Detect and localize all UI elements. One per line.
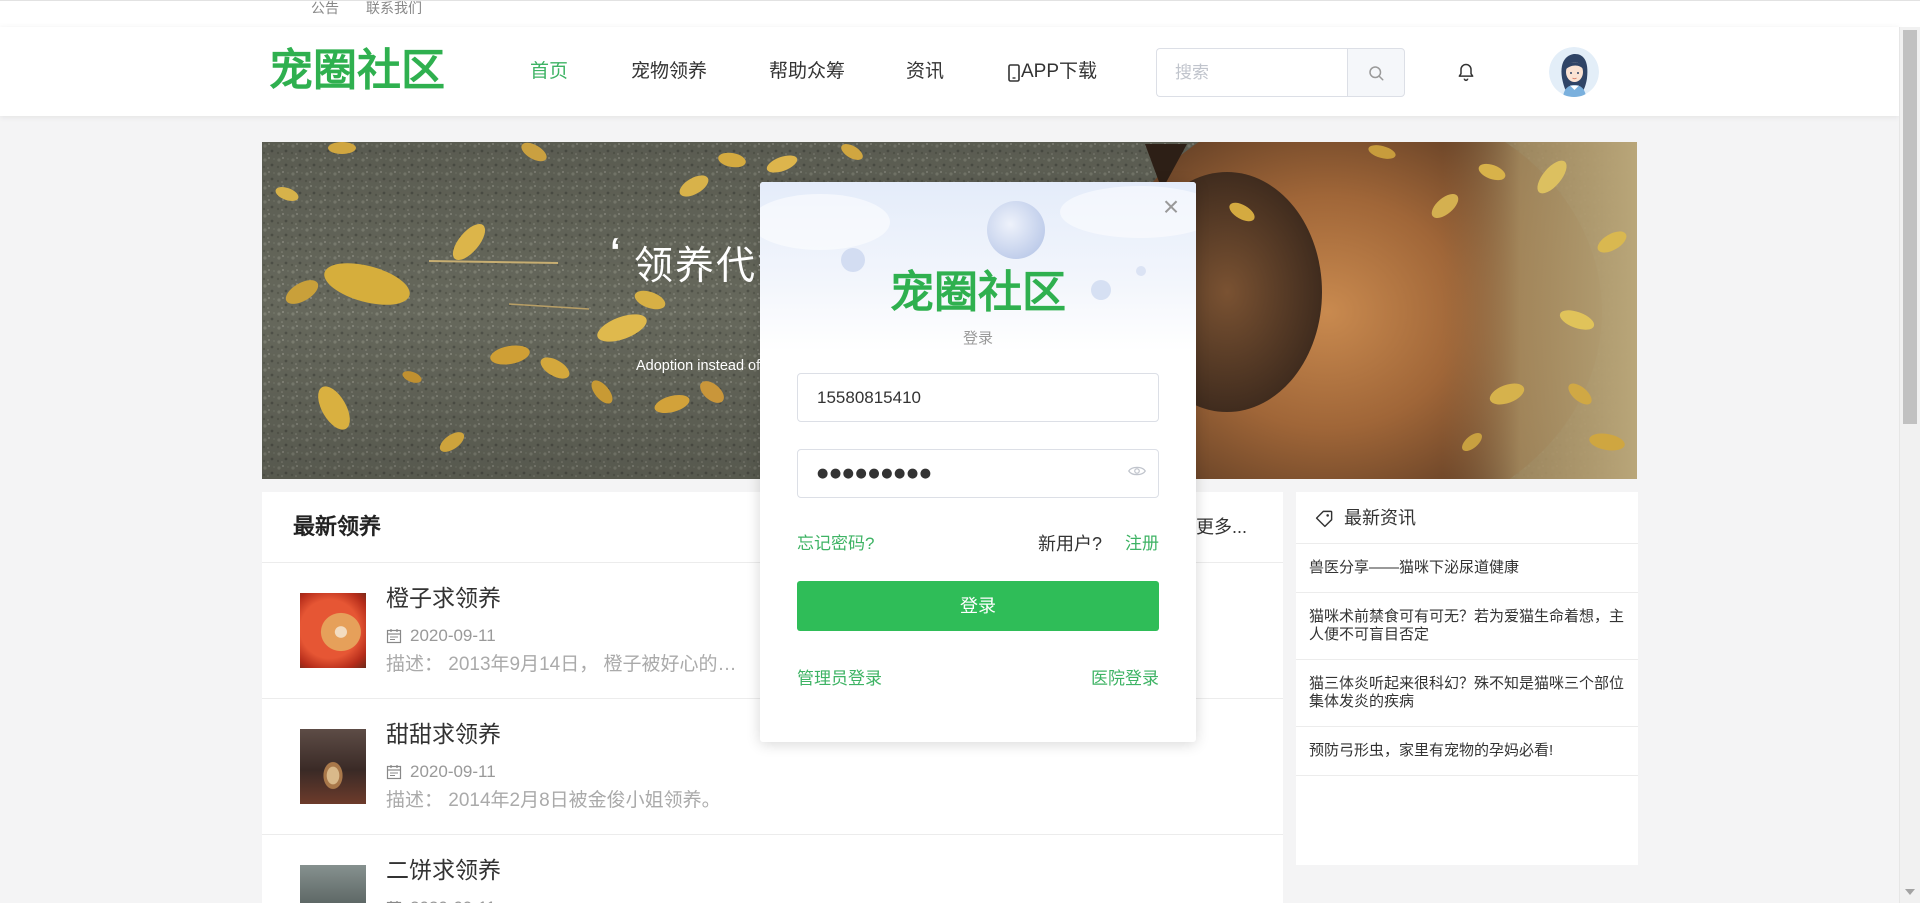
admin-login-link[interactable]: 管理员登录	[797, 668, 882, 690]
calendar-icon	[386, 628, 402, 644]
news-item[interactable]: 预防弓形虫，家里有宠物的孕妈必看!	[1296, 727, 1638, 776]
adoption-date-text: 2020-09-11	[410, 762, 496, 781]
mobile-phone-icon	[1008, 64, 1020, 82]
adoption-date-text: 2020-09-11	[410, 626, 496, 645]
register-link[interactable]: 注册	[1125, 533, 1159, 555]
password-field[interactable]	[797, 449, 1159, 498]
dialog-logo: 宠圈社区	[890, 268, 1066, 317]
phone-number-field[interactable]	[797, 373, 1159, 422]
pet-photo[interactable]	[300, 593, 366, 668]
adoption-date: 2020-09-11	[386, 761, 686, 783]
adoption-date: 2020-09-11	[386, 625, 686, 647]
adoption-description: 描述： 2014年2月8日被金俊小姐领养。	[386, 790, 721, 811]
nav-home[interactable]: 首页	[530, 60, 568, 84]
adoption-date-text: 2020-09-11	[410, 897, 496, 903]
adoption-description: 描述： 2013年9月14日， 橙子被好心的…	[386, 654, 737, 675]
dialog-subtitle: 登录	[962, 330, 993, 347]
page-scrollbar[interactable]	[1899, 27, 1920, 903]
latest-adoption-title: 最新领养	[293, 514, 382, 539]
search-box	[1156, 48, 1405, 97]
nav-crowdfunding[interactable]: 帮助众筹	[769, 60, 845, 84]
adoption-title[interactable]: 甜甜求领养	[386, 720, 501, 748]
latest-news-panel: 最新资讯 兽医分享——猫咪下泌尿道健康 猫咪术前禁食可有可无？若为爱猫生命着想，…	[1296, 492, 1638, 865]
tag-icon	[1315, 509, 1334, 528]
contact-us-link[interactable]: 联系我们	[366, 0, 422, 16]
scrollbar-thumb[interactable]	[1903, 30, 1917, 424]
eye-icon[interactable]	[1128, 464, 1146, 478]
banner-subline: Adoption instead of	[636, 358, 761, 374]
pet-photo[interactable]	[300, 729, 366, 804]
pet-photo[interactable]	[300, 865, 366, 903]
news-item[interactable]: 猫咪术前禁食可有可无？若为爱猫生命着想，主人便不可盲目否定	[1296, 593, 1638, 660]
site-logo[interactable]: 宠圈社区	[269, 45, 445, 97]
login-button[interactable]: 登录	[797, 581, 1159, 631]
hospital-login-link[interactable]: 医院登录	[1091, 668, 1159, 690]
bell-icon[interactable]	[1456, 62, 1476, 82]
search-input[interactable]	[1156, 48, 1347, 97]
login-dialog: × 宠圈社区 登录 忘记密码? 新用户? 注册 登录 管理员登录 医院登录	[760, 182, 1196, 742]
nav-pet-adoption[interactable]: 宠物领养	[631, 60, 707, 84]
close-icon[interactable]: ×	[1157, 192, 1185, 222]
adoption-title[interactable]: 橙子求领养	[386, 584, 501, 612]
calendar-icon	[386, 764, 402, 780]
news-item[interactable]: 猫三体炎听起来很科幻？殊不知是猫咪三个部位集体发炎的疾病	[1296, 660, 1638, 727]
announcement-link[interactable]: 公告	[311, 0, 339, 16]
adoption-list-item[interactable]: 二饼求领养 2020-09-11	[262, 835, 1283, 903]
news-item[interactable]: 兽医分享——猫咪下泌尿道健康	[1296, 544, 1638, 593]
new-user-prompt: 新用户?	[1038, 534, 1103, 554]
user-avatar-icon[interactable]	[1549, 47, 1599, 97]
latest-news-title: 最新资讯	[1344, 508, 1416, 528]
banner-quote-mark: ‘	[610, 231, 621, 273]
search-icon	[1367, 64, 1385, 82]
site-header: 宠圈社区 首页 宠物领养 帮助众筹 资讯 APP下载	[0, 27, 1899, 116]
forgot-password-link[interactable]: 忘记密码?	[797, 533, 874, 555]
adoption-date: 2020-09-11	[386, 897, 686, 903]
adoption-title[interactable]: 二饼求领养	[386, 856, 501, 884]
top-utility-bar: 公告 联系我们	[0, 0, 1920, 27]
latest-news-header: 最新资讯	[1296, 492, 1638, 544]
scroll-down-arrow-icon[interactable]	[1905, 889, 1915, 895]
more-adoptions-link[interactable]: 更多...	[1196, 516, 1247, 538]
nav-app-download[interactable]: APP下载	[1021, 60, 1097, 84]
news-list: 兽医分享——猫咪下泌尿道健康 猫咪术前禁食可有可无？若为爱猫生命着想，主人便不可…	[1296, 544, 1638, 776]
nav-news[interactable]: 资讯	[906, 60, 944, 84]
search-button[interactable]	[1347, 48, 1405, 97]
